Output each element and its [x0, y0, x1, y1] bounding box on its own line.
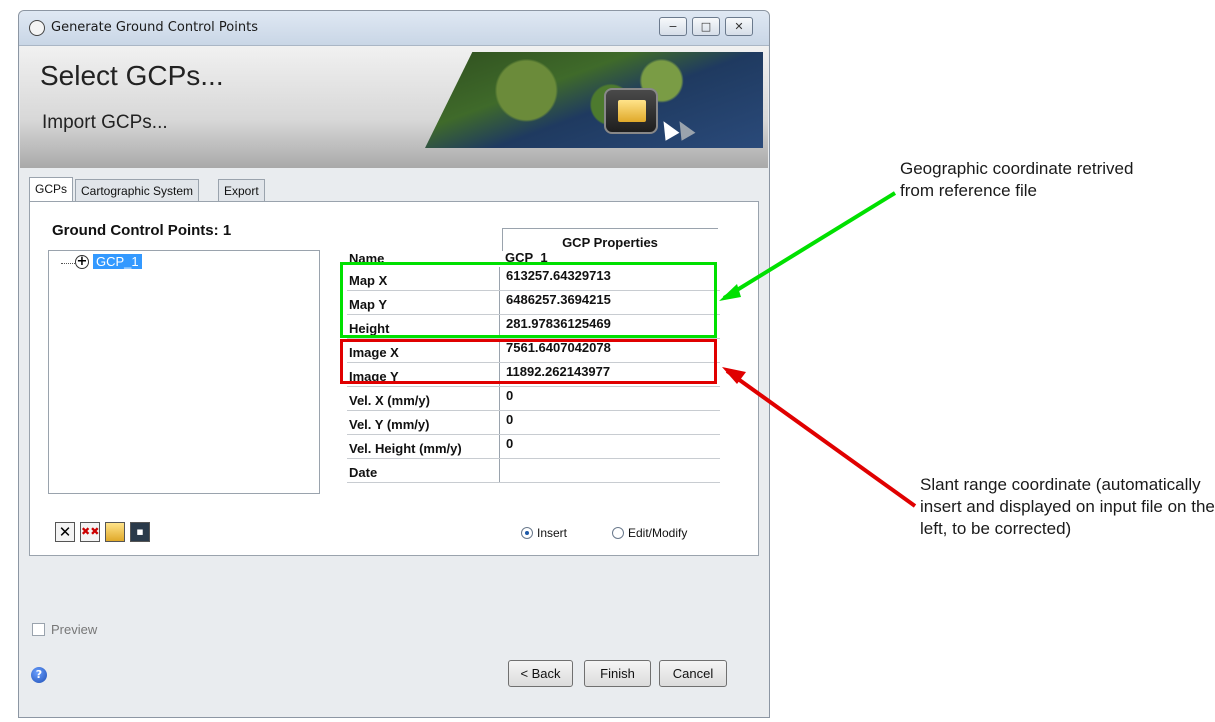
slant-range-coordinate-note: Slant range coordinate (automatically in… — [920, 475, 1215, 538]
green-arrow — [722, 191, 897, 300]
red-arrow — [725, 369, 917, 508]
green-arrowhead — [719, 284, 741, 301]
annotation-arrows — [719, 191, 917, 508]
geographic-coordinate-note: Geographic coordinate retrived from refe… — [900, 159, 1134, 200]
